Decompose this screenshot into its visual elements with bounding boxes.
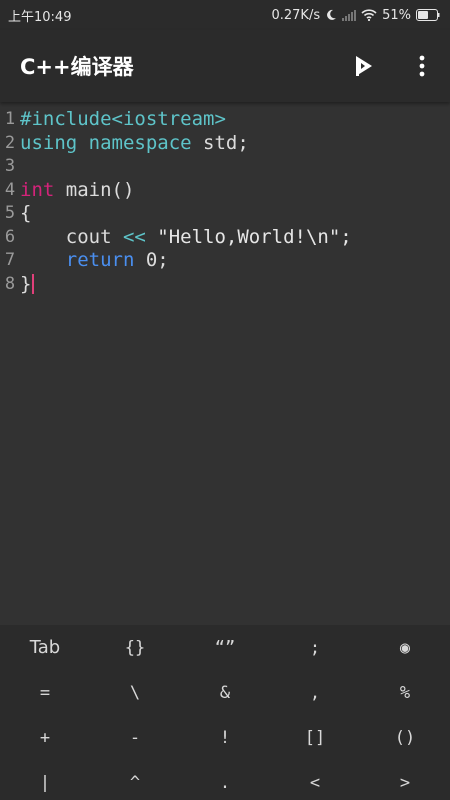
code-token: } xyxy=(20,272,32,295)
code-token: std; xyxy=(191,131,249,154)
symbol-key[interactable]: ^ xyxy=(90,760,180,800)
code-line[interactable]: 6 cout << "Hello,World!\n"; xyxy=(0,226,450,250)
symbol-keyboard: Tab{} “”; ◉ = \ &,% + -![]() | ^. < > xyxy=(0,625,450,800)
symbol-key[interactable]: {} xyxy=(90,625,180,670)
line-number: 8 xyxy=(4,273,16,294)
symbol-key[interactable]: % xyxy=(360,670,450,715)
symbol-key[interactable]: ! xyxy=(180,715,270,760)
symbol-key[interactable]: . xyxy=(180,760,270,800)
code-line[interactable]: 2 using namespace std; xyxy=(0,132,450,156)
battery-percent: 51% xyxy=(382,7,411,23)
symbol-key[interactable]: | xyxy=(0,760,90,800)
code-line[interactable]: 8} xyxy=(0,273,450,297)
code-token: cout xyxy=(20,225,123,248)
code-editor[interactable]: 1 #include<iostream> 2 using namespace std;… xyxy=(0,102,450,625)
symbol-key[interactable]: > xyxy=(360,760,450,800)
status-speed: 0.27K/s xyxy=(271,7,321,23)
more-options-button[interactable] xyxy=(402,46,442,86)
app-title: C++编译器 xyxy=(20,55,134,79)
wifi-icon xyxy=(361,9,377,21)
code-token: int xyxy=(20,178,55,201)
code-token: "Hello,World!\n"; xyxy=(145,225,352,248)
symbol-key[interactable]: “” xyxy=(180,625,270,670)
symbol-key[interactable]: [] xyxy=(270,715,360,760)
code-line[interactable]: 4 int main() xyxy=(0,179,450,203)
line-number: 2 xyxy=(4,132,16,153)
symbol-key[interactable]: () xyxy=(360,715,450,760)
code-text[interactable]: } xyxy=(20,272,35,297)
run-button[interactable] xyxy=(344,46,384,86)
run-icon xyxy=(356,56,372,76)
code-lines[interactable]: 1 #include<iostream> 2 using namespace std;… xyxy=(0,108,450,296)
code-line[interactable]: 5{ xyxy=(0,202,450,226)
symbol-key[interactable]: Tab xyxy=(0,625,90,670)
symbol-key[interactable]: ◉ xyxy=(360,625,450,670)
line-number: 4 xyxy=(4,179,16,200)
symbol-key[interactable]: + xyxy=(0,715,90,760)
code-text[interactable]: using namespace std; xyxy=(20,132,249,156)
moon-icon xyxy=(325,9,337,21)
symbol-key[interactable]: = xyxy=(0,670,90,715)
line-number: 3 xyxy=(4,156,16,176)
line-number: 6 xyxy=(4,226,16,247)
code-token: return xyxy=(65,249,135,271)
status-bar: 上午10:49 0.27K/s 51% xyxy=(0,0,450,30)
battery-icon xyxy=(416,9,440,21)
code-token: main() xyxy=(54,178,135,201)
code-token: #include<iostream> xyxy=(20,108,226,130)
app-bar: C++编译器 xyxy=(0,30,450,102)
more-vert-icon xyxy=(419,55,425,77)
code-text[interactable]: int main() xyxy=(20,179,134,203)
screen: 上午10:49 0.27K/s 51% C++编译器 1 #include<io… xyxy=(0,0,450,800)
status-time: 上午10:49 xyxy=(8,9,72,25)
status-indicators: 0.27K/s 51% xyxy=(271,8,440,23)
code-token: { xyxy=(20,202,32,224)
line-number: 5 xyxy=(4,203,16,223)
signal-icon xyxy=(342,9,357,21)
code-text[interactable]: #include<iostream> xyxy=(20,108,226,132)
code-line[interactable]: 7 return 0; xyxy=(0,249,450,273)
code-token: using namespace xyxy=(20,131,192,154)
code-text[interactable]: cout << "Hello,World!\n"; xyxy=(20,226,352,250)
symbol-key[interactable]: \ xyxy=(90,670,180,715)
code-text[interactable]: return 0; xyxy=(20,249,169,273)
code-line[interactable]: 1 #include<iostream> xyxy=(0,108,450,132)
symbol-key[interactable]: ; xyxy=(270,625,360,670)
text-caret xyxy=(32,274,35,294)
code-text[interactable]: { xyxy=(20,202,31,226)
line-number: 7 xyxy=(4,250,16,270)
code-line[interactable]: 3 xyxy=(0,155,450,179)
symbol-key[interactable]: < xyxy=(270,760,360,800)
line-number: 1 xyxy=(4,109,16,129)
symbol-key[interactable]: & xyxy=(180,670,270,715)
symbol-key[interactable]: , xyxy=(270,670,360,715)
code-token: 0; xyxy=(134,249,169,271)
symbol-key[interactable]: - xyxy=(90,715,180,760)
code-token: << xyxy=(122,225,146,248)
